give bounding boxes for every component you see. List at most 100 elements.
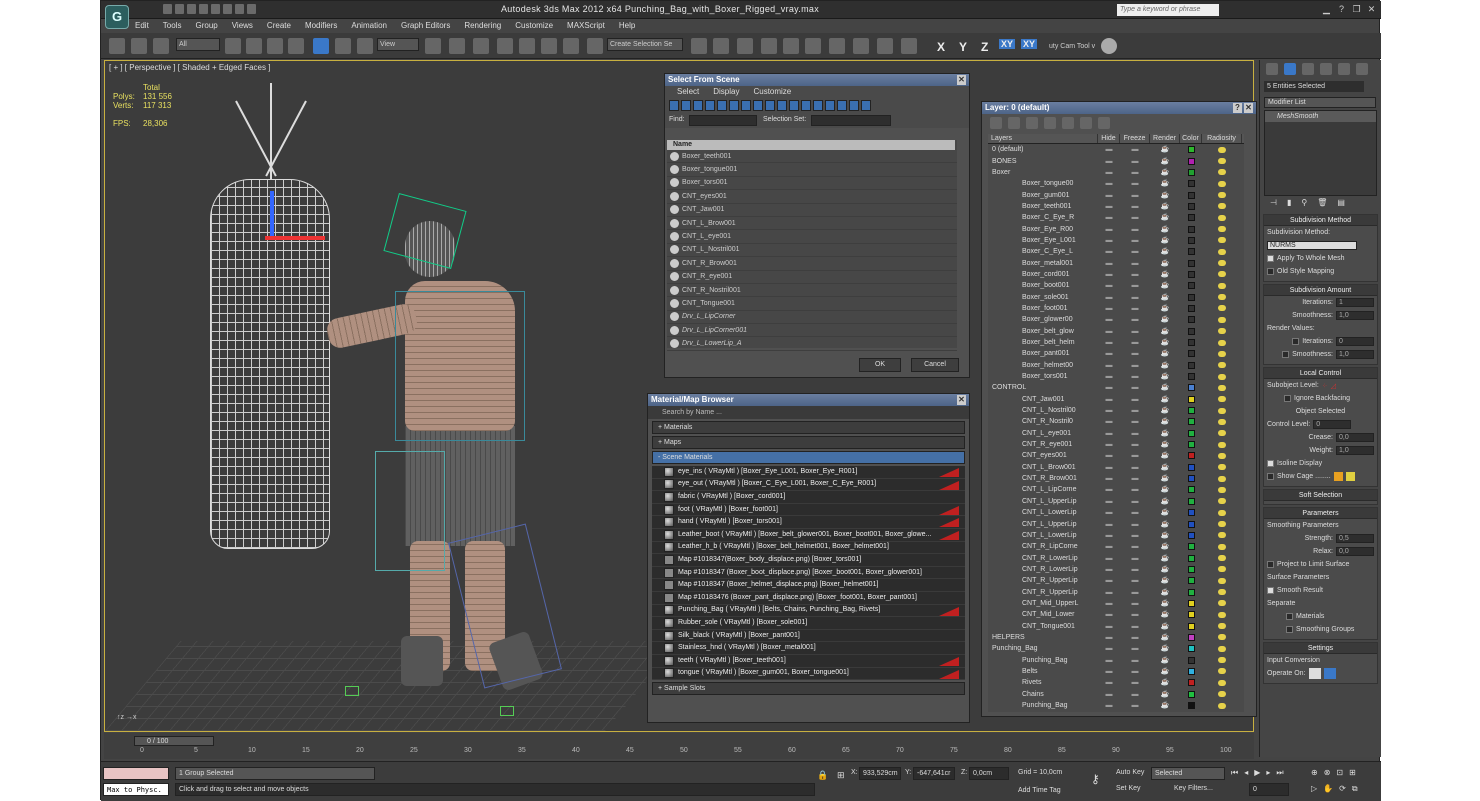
head-control[interactable]: [383, 192, 467, 270]
layer-color-swatch[interactable]: [1187, 407, 1195, 415]
zoom-icon[interactable]: ⊕: [1311, 768, 1318, 777]
freeze-toggle[interactable]: ▬: [1120, 269, 1150, 280]
render-teapot-icon[interactable]: ☕: [1150, 541, 1180, 552]
hide-toggle[interactable]: ▬: [1098, 519, 1120, 530]
layer-row[interactable]: 0 (default) ▬ ▬ ☕: [988, 144, 1244, 155]
bind-space-warp-icon[interactable]: [153, 38, 169, 54]
layer-color-swatch[interactable]: [1187, 475, 1195, 483]
rollout-title[interactable]: Soft Selection: [1264, 490, 1377, 501]
layer-row[interactable]: Chains ▬ ▬ ☕: [988, 689, 1244, 700]
edit-named-selection-icon[interactable]: [587, 38, 603, 54]
x-coordinate[interactable]: 933,529cm: [859, 767, 901, 780]
hide-all-layers-icon[interactable]: [1080, 117, 1092, 129]
hide-toggle[interactable]: ▬: [1098, 405, 1120, 416]
next-frame-icon[interactable]: ▸: [1266, 768, 1270, 778]
hide-toggle[interactable]: ▬: [1098, 530, 1120, 541]
graphite-tools-icon[interactable]: [761, 38, 777, 54]
freeze-toggle[interactable]: ▬: [1120, 360, 1150, 371]
key-selection-dropdown[interactable]: Selected: [1151, 767, 1225, 780]
render-teapot-icon[interactable]: ☕: [1150, 507, 1180, 518]
layer-row[interactable]: CNT_eyes001 ▬ ▬ ☕: [988, 450, 1244, 461]
schematic-view-icon[interactable]: [805, 38, 821, 54]
freeze-toggle[interactable]: ▬: [1120, 700, 1150, 711]
radiosity-lightbulb-icon[interactable]: [1218, 566, 1226, 573]
scene-material-item[interactable]: Leather_boot ( VRayMtl ) [Boxer_belt_glo…: [652, 528, 965, 542]
freeze-toggle[interactable]: ▬: [1120, 677, 1150, 688]
render-teapot-icon[interactable]: ☕: [1150, 246, 1180, 257]
hide-toggle[interactable]: ▬: [1098, 564, 1120, 575]
scene-material-item[interactable]: Map #1018347(Boxer_body_displace.png) [B…: [652, 554, 965, 567]
display-tab-icon[interactable]: [1338, 63, 1350, 75]
freeze-toggle[interactable]: ▬: [1120, 246, 1150, 257]
radiosity-lightbulb-icon[interactable]: [1218, 521, 1226, 528]
relax-spinner[interactable]: 0,0: [1336, 547, 1374, 556]
radiosity-lightbulb-icon[interactable]: [1218, 282, 1226, 289]
radiosity-lightbulb-icon[interactable]: [1218, 543, 1226, 550]
project-checkbox[interactable]: [1267, 561, 1274, 568]
render-teapot-icon[interactable]: ☕: [1150, 677, 1180, 688]
radiosity-lightbulb-icon[interactable]: [1218, 350, 1226, 357]
menu-help[interactable]: Help: [619, 19, 635, 33]
layer-row[interactable]: CNT_Jaw001 ▬ ▬ ☕: [988, 394, 1244, 405]
hide-toggle[interactable]: ▬: [1098, 269, 1120, 280]
layer-color-swatch[interactable]: [1187, 236, 1195, 244]
hide-toggle[interactable]: ▬: [1098, 677, 1120, 688]
hide-toggle[interactable]: ▬: [1098, 689, 1120, 700]
hide-toggle[interactable]: ▬: [1098, 337, 1120, 348]
hide-toggle[interactable]: ▬: [1098, 314, 1120, 325]
hide-toggle[interactable]: ▬: [1098, 621, 1120, 632]
radiosity-lightbulb-icon[interactable]: [1218, 180, 1226, 187]
col-color[interactable]: Color: [1180, 134, 1202, 143]
radiosity-lightbulb-icon[interactable]: [1218, 532, 1226, 539]
hide-toggle[interactable]: ▬: [1098, 246, 1120, 257]
layer-row[interactable]: CNT_L_LowerLip ▬ ▬ ☕: [988, 530, 1244, 541]
filter-options-icon[interactable]: [861, 100, 871, 111]
camera-tool-label[interactable]: uty Cam Tool v: [1049, 43, 1095, 50]
layer-color-swatch[interactable]: [1187, 497, 1195, 505]
render-teapot-icon[interactable]: ☕: [1150, 371, 1180, 382]
hide-toggle[interactable]: ▬: [1098, 280, 1120, 291]
render-teapot-icon[interactable]: ☕: [1150, 258, 1180, 269]
sfs-list-item[interactable]: CNT_L_Brow001: [667, 217, 957, 231]
freeze-toggle[interactable]: ▬: [1120, 235, 1150, 246]
layer-color-swatch[interactable]: [1187, 463, 1195, 471]
layer-color-swatch[interactable]: [1187, 214, 1195, 222]
reference-coordinate-dropdown[interactable]: View: [377, 38, 419, 51]
menu-maxscript[interactable]: MAXScript: [567, 19, 605, 33]
zoom-all-icon[interactable]: ⊗: [1324, 768, 1331, 777]
layer-color-swatch[interactable]: [1187, 690, 1195, 698]
layer-row[interactable]: Punching_Bag ▬ ▬ ☕: [988, 643, 1244, 654]
filter-lights-icon[interactable]: [693, 100, 703, 111]
hide-toggle[interactable]: ▬: [1098, 700, 1120, 711]
scene-material-item[interactable]: tongue ( VRayMtl ) [Boxer_gum001, Boxer_…: [652, 667, 965, 681]
hide-toggle[interactable]: ▬: [1098, 655, 1120, 666]
hide-toggle[interactable]: ▬: [1098, 224, 1120, 235]
timeline-ticks[interactable]: 0 5 10 15 20 25 30 35 40 45 50 55 60 65 70 75 80 85 90 95 10…: [104, 747, 1254, 757]
freeze-toggle[interactable]: ▬: [1120, 178, 1150, 189]
layer-color-swatch[interactable]: [1187, 304, 1195, 312]
sfs-ok-button[interactable]: OK: [859, 358, 901, 372]
sfs-list-item[interactable]: CNT_Tongue001: [667, 297, 957, 311]
hierarchy-tab-icon[interactable]: [1302, 63, 1314, 75]
layer-row[interactable]: Boxer_tongue00 ▬ ▬ ☕: [988, 178, 1244, 189]
axis-x-button[interactable]: X: [937, 40, 945, 54]
layer-color-swatch[interactable]: [1187, 679, 1195, 687]
sfs-list-item[interactable]: CNT_R_eye001: [667, 271, 957, 284]
auto-key-button[interactable]: Auto Key: [1113, 767, 1149, 780]
set-key-icon[interactable]: ⚷: [1091, 772, 1100, 786]
layer-row[interactable]: BONES ▬ ▬ ☕: [988, 155, 1244, 166]
move-gizmo-z[interactable]: [270, 191, 274, 236]
filter-groups-icon[interactable]: [741, 100, 751, 111]
sfs-list-item[interactable]: CNT_R_Brow001: [667, 257, 957, 271]
freeze-toggle[interactable]: ▬: [1120, 280, 1150, 291]
z-coordinate[interactable]: 0,0cm: [969, 767, 1009, 780]
rollout-title[interactable]: Local Control: [1264, 368, 1377, 379]
render-teapot-icon[interactable]: ☕: [1150, 462, 1180, 473]
stack-item-meshsmooth[interactable]: MeshSmooth: [1265, 111, 1376, 122]
layer-color-swatch[interactable]: [1187, 452, 1195, 460]
render-teapot-icon[interactable]: ☕: [1150, 292, 1180, 303]
pivot-center-icon[interactable]: [425, 38, 441, 54]
absolute-mode-icon[interactable]: ⊞: [837, 770, 845, 781]
layer-row[interactable]: Punching_Bag ▬ ▬ ☕: [988, 700, 1244, 711]
layer-color-swatch[interactable]: [1187, 225, 1195, 233]
